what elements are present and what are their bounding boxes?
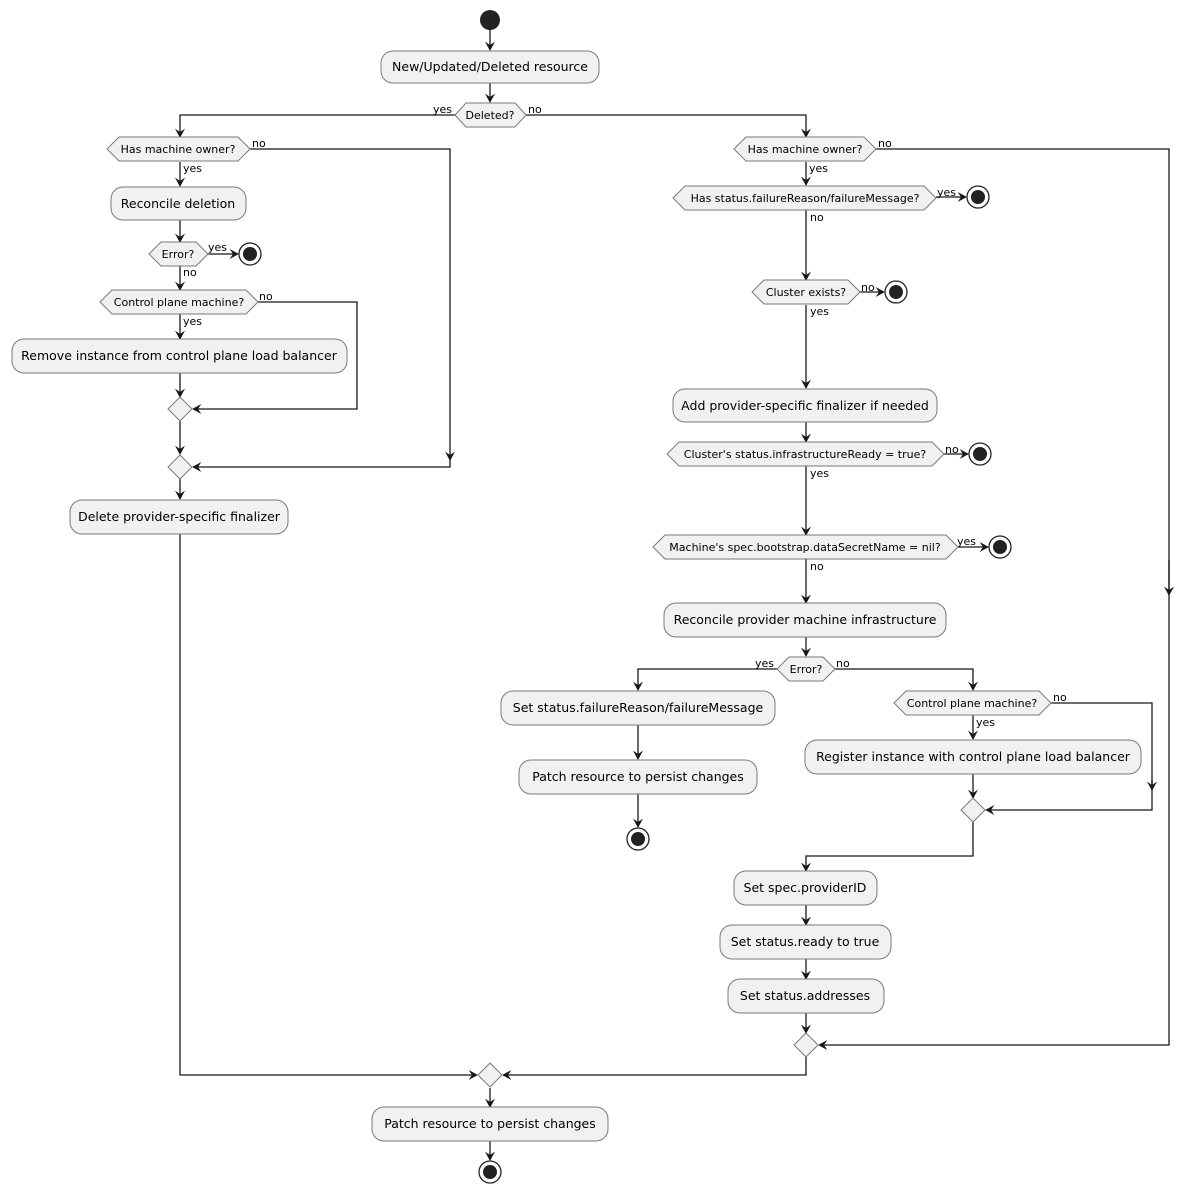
svg-text:Remove instance from control p: Remove instance from control plane load … (21, 348, 338, 363)
label-del-cp-no: no (259, 290, 273, 303)
activity-diagram: yes no no yes yes no no yes no yes yes n… (11, 10, 1174, 1184)
edge-merge-to-final-merge (502, 1057, 807, 1080)
merge-cp (960, 797, 986, 823)
decision-del-cp-machine: Control plane machine? (99, 289, 259, 315)
label-deleted-no: no (528, 103, 542, 116)
label-cluster-yes: yes (810, 305, 829, 318)
label-secret-yes: yes (957, 535, 976, 548)
merge-final (477, 1062, 503, 1088)
decision-rec-error: Error? (776, 656, 836, 682)
edge-rec-error-no (835, 668, 978, 691)
label-deleted-yes: yes (433, 103, 452, 116)
svg-text:Register instance with control: Register instance with control plane loa… (816, 749, 1131, 764)
action-set-addresses: Set status.addresses (727, 978, 885, 1014)
stop-node-del-error (238, 242, 262, 266)
action-delete-finalizer: Delete provider-specific finalizer (69, 499, 289, 535)
svg-text:Patch resource to persist chan: Patch resource to persist changes (532, 769, 744, 784)
action-set-provider-id: Set spec.providerID (733, 870, 878, 906)
label-cluster-no: no (861, 281, 875, 294)
end-node (478, 1160, 502, 1184)
svg-text:Patch resource to persist chan: Patch resource to persist changes (384, 1116, 596, 1131)
label-del-owner-no: no (252, 137, 266, 150)
action-add-finalizer: Add provider-specific finalizer if neede… (672, 388, 938, 423)
svg-text:Set spec.providerID: Set spec.providerID (744, 880, 867, 895)
label-del-cp-yes: yes (183, 315, 202, 328)
svg-text:Set status.addresses: Set status.addresses (740, 988, 870, 1003)
decision-cp-machine: Control plane machine? (893, 690, 1052, 716)
merge-del-owner (167, 454, 193, 480)
svg-text:Delete provider-specific final: Delete provider-specific finalizer (78, 509, 281, 524)
action-set-failure: Set status.failureReason/failureMessage (500, 690, 776, 726)
action-register-instance: Register instance with control plane loa… (804, 739, 1142, 775)
svg-text:Error?: Error? (790, 663, 823, 676)
action-patch-failure: Patch resource to persist changes (518, 759, 758, 795)
svg-text:Has status.failureReason/failu: Has status.failureReason/failureMessage? (691, 192, 920, 205)
label-owner-no: no (878, 137, 892, 150)
decision-data-secret: Machine's spec.bootstrap.dataSecretName … (652, 534, 959, 560)
label-del-error-no: no (183, 266, 197, 279)
edge-rec-error-yes (633, 668, 777, 691)
svg-text:Control plane machine?: Control plane machine? (907, 697, 1038, 710)
edge-merge-to-provider-id (801, 822, 974, 872)
label-infra-no: no (945, 443, 959, 456)
decision-deleted: Deleted? (454, 102, 527, 128)
svg-text:Cluster exists?: Cluster exists? (766, 286, 846, 299)
svg-text:Reconcile provider machine inf: Reconcile provider machine infrastructur… (674, 612, 937, 627)
decision-del-error: Error? (148, 241, 209, 267)
stop-node-secret (988, 535, 1012, 559)
stop-node-cluster (884, 280, 908, 304)
decision-del-has-owner: Has machine owner? (106, 136, 251, 162)
start-node (480, 10, 500, 30)
edge-deleted-no (526, 114, 811, 138)
edge-del-owner-no (250, 148, 455, 461)
stop-node-failure (966, 185, 990, 209)
decision-infra-ready: Cluster's status.infrastructureReady = t… (666, 441, 945, 467)
svg-text:Error?: Error? (162, 248, 195, 261)
action-reconcile-infra: Reconcile provider machine infrastructur… (663, 602, 947, 638)
decision-has-owner: Has machine owner? (733, 136, 877, 162)
merge-owner (793, 1032, 819, 1058)
label-owner-yes: yes (809, 162, 828, 175)
action-new-resource: New/Updated/Deleted resource (380, 50, 600, 84)
svg-text:New/Updated/Deleted resource: New/Updated/Deleted resource (392, 59, 588, 74)
label-secret-no: no (810, 560, 824, 573)
stop-node-patch-failure (626, 827, 650, 851)
action-set-ready: Set status.ready to true (719, 924, 892, 960)
svg-text:Machine's spec.bootstrap.dataS: Machine's spec.bootstrap.dataSecretName … (669, 541, 941, 554)
svg-text:Set status.ready to true: Set status.ready to true (731, 934, 880, 949)
action-reconcile-deletion: Reconcile deletion (110, 186, 247, 221)
label-cp-yes: yes (976, 716, 995, 729)
action-remove-instance: Remove instance from control plane load … (11, 338, 348, 374)
svg-text:Reconcile deletion: Reconcile deletion (121, 196, 235, 211)
label-del-error-yes: yes (208, 241, 227, 254)
label-infra-yes: yes (810, 467, 829, 480)
svg-text:Add provider-specific finalize: Add provider-specific finalizer if neede… (681, 398, 929, 413)
svg-text:Set status.failureReason/failu: Set status.failureReason/failureMessage (513, 700, 764, 715)
decision-has-failure: Has status.failureReason/failureMessage? (672, 185, 937, 211)
svg-text:Has machine owner?: Has machine owner? (121, 143, 236, 156)
svg-text:Cluster's status.infrastructur: Cluster's status.infrastructureReady = t… (684, 448, 927, 461)
label-failure-no: no (810, 211, 824, 224)
decision-cluster-exists: Cluster exists? (751, 279, 861, 305)
svg-text:Control plane machine?: Control plane machine? (114, 296, 245, 309)
label-del-owner-yes: yes (183, 162, 202, 175)
svg-text:Deleted?: Deleted? (466, 109, 515, 122)
edge-owner-no-to-merge2 (192, 458, 451, 472)
label-cp-no: no (1053, 691, 1067, 704)
svg-text:Has machine owner?: Has machine owner? (748, 143, 863, 156)
edge-deleted-yes (175, 114, 455, 138)
label-rec-error-no: no (836, 657, 850, 670)
stop-node-infra (968, 442, 992, 466)
merge-del-cp (167, 396, 193, 422)
label-failure-yes: yes (937, 186, 956, 199)
action-patch-final: Patch resource to persist changes (371, 1106, 609, 1142)
label-rec-error-yes: yes (755, 657, 774, 670)
edge-delete-fin-to-final-merge (179, 533, 478, 1080)
